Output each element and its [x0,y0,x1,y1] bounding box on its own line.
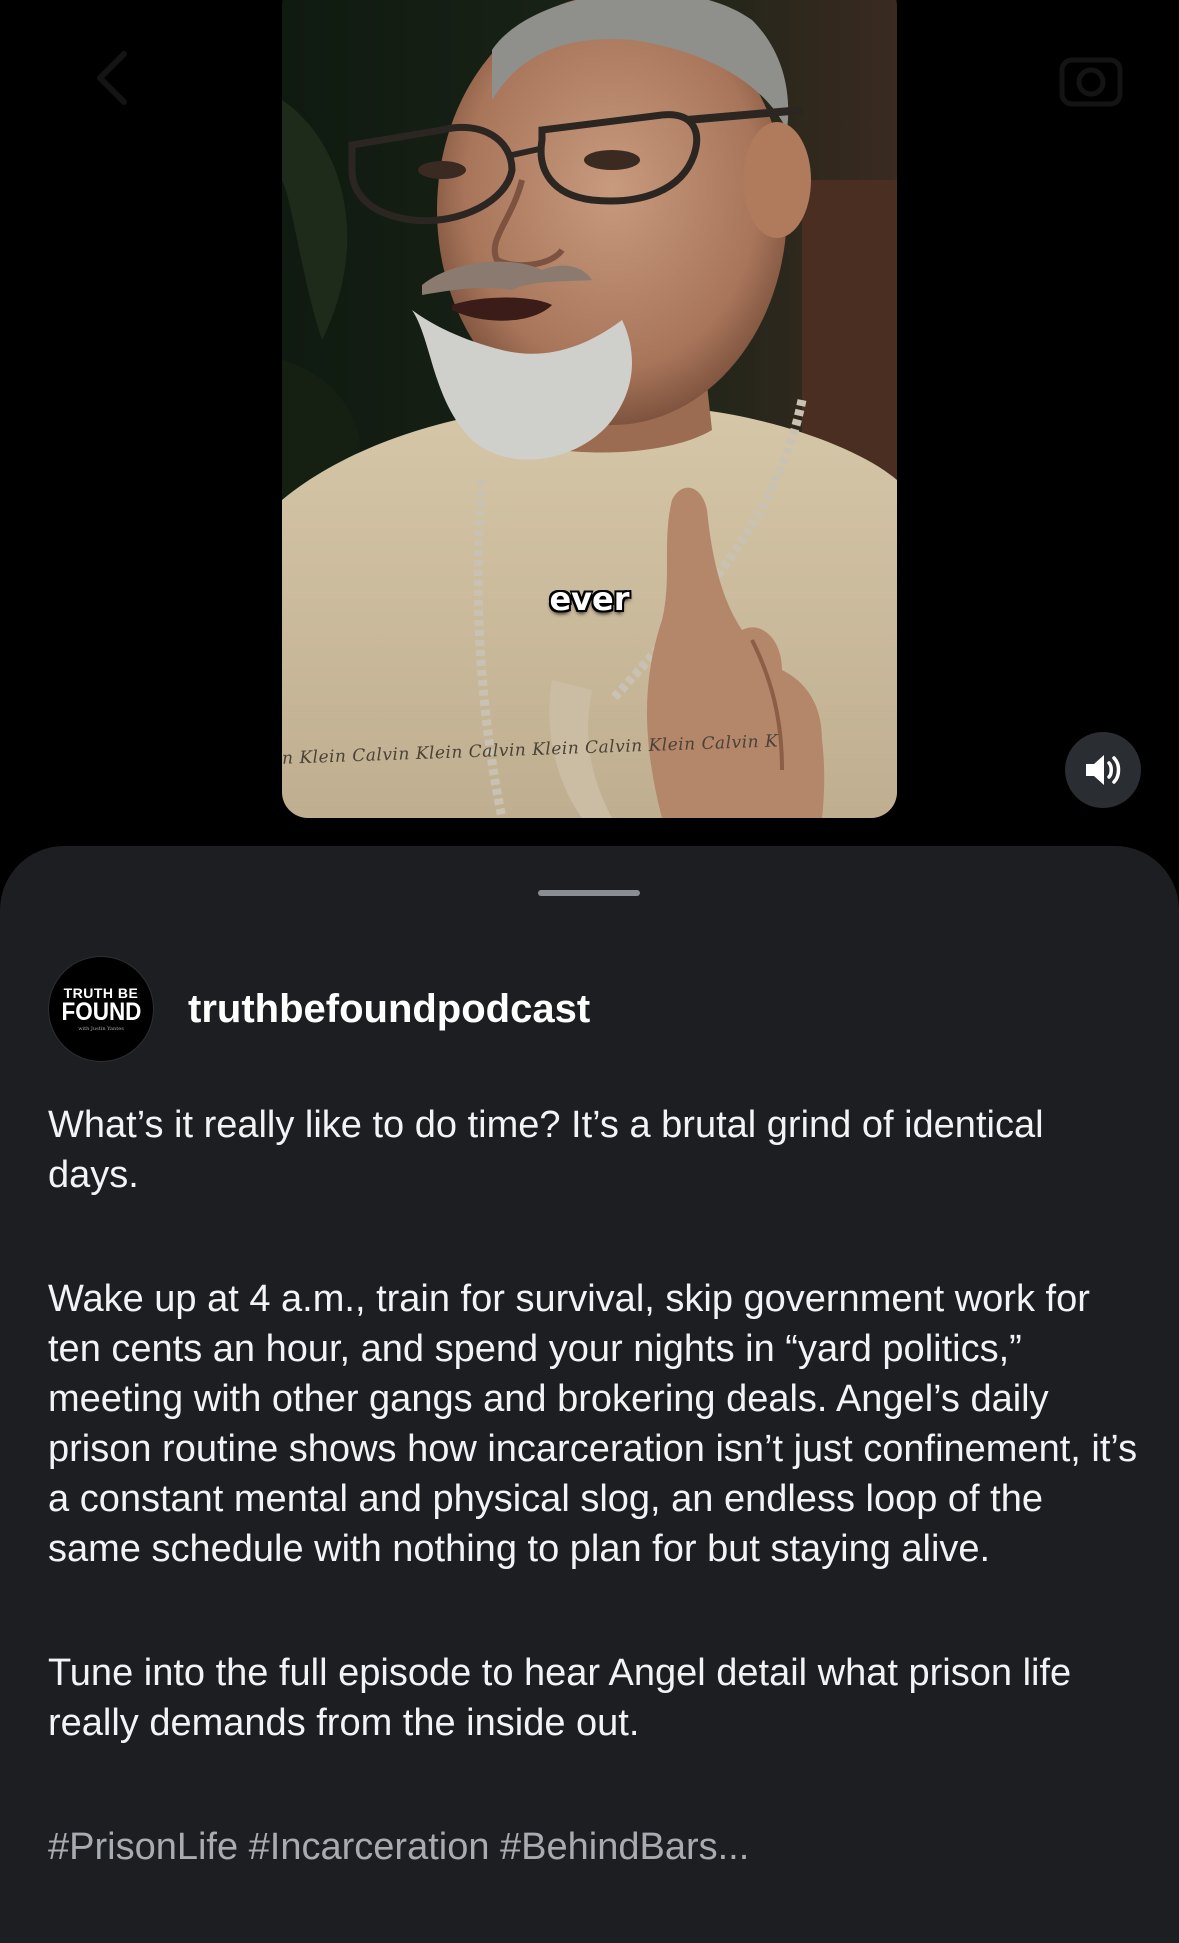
mute-button[interactable] [1065,732,1141,808]
video-player[interactable]: ever n Klein Calvin Klein Calvin Klein C… [282,0,897,818]
video-caption: ever [549,580,630,618]
description-paragraph: What’s it really like to do time? It’s a… [48,1104,1044,1196]
sheet-grabber-handle[interactable] [538,890,640,896]
username-link[interactable]: truthbefoundpodcast [188,987,590,1032]
caption-sheet[interactable]: TRUTH BE FOUND with Justin Yantes truthb… [0,846,1179,1943]
camera-icon[interactable] [1058,48,1124,110]
avatar[interactable]: TRUTH BE FOUND with Justin Yantes [48,956,154,1062]
video-frame-image [282,0,897,818]
post-description: What’s it really like to do time? It’s a… [48,1100,1138,1872]
speaker-icon [1086,755,1121,785]
profile-row: TRUTH BE FOUND with Justin Yantes truthb… [48,956,590,1062]
avatar-logo-line2: FOUND [60,998,141,1026]
chevron-left-icon[interactable] [92,48,132,108]
video-area[interactable]: ever n Klein Calvin Klein Calvin Klein C… [0,0,1179,850]
avatar-logo-line3: with Justin Yantes [78,1026,124,1032]
hashtags-link[interactable]: #PrisonLife #Incarceration #BehindBars..… [48,1822,1138,1872]
description-paragraph: Wake up at 4 a.m., train for survival, s… [48,1278,1138,1570]
description-paragraph: Tune into the full episode to hear Angel… [48,1652,1072,1744]
